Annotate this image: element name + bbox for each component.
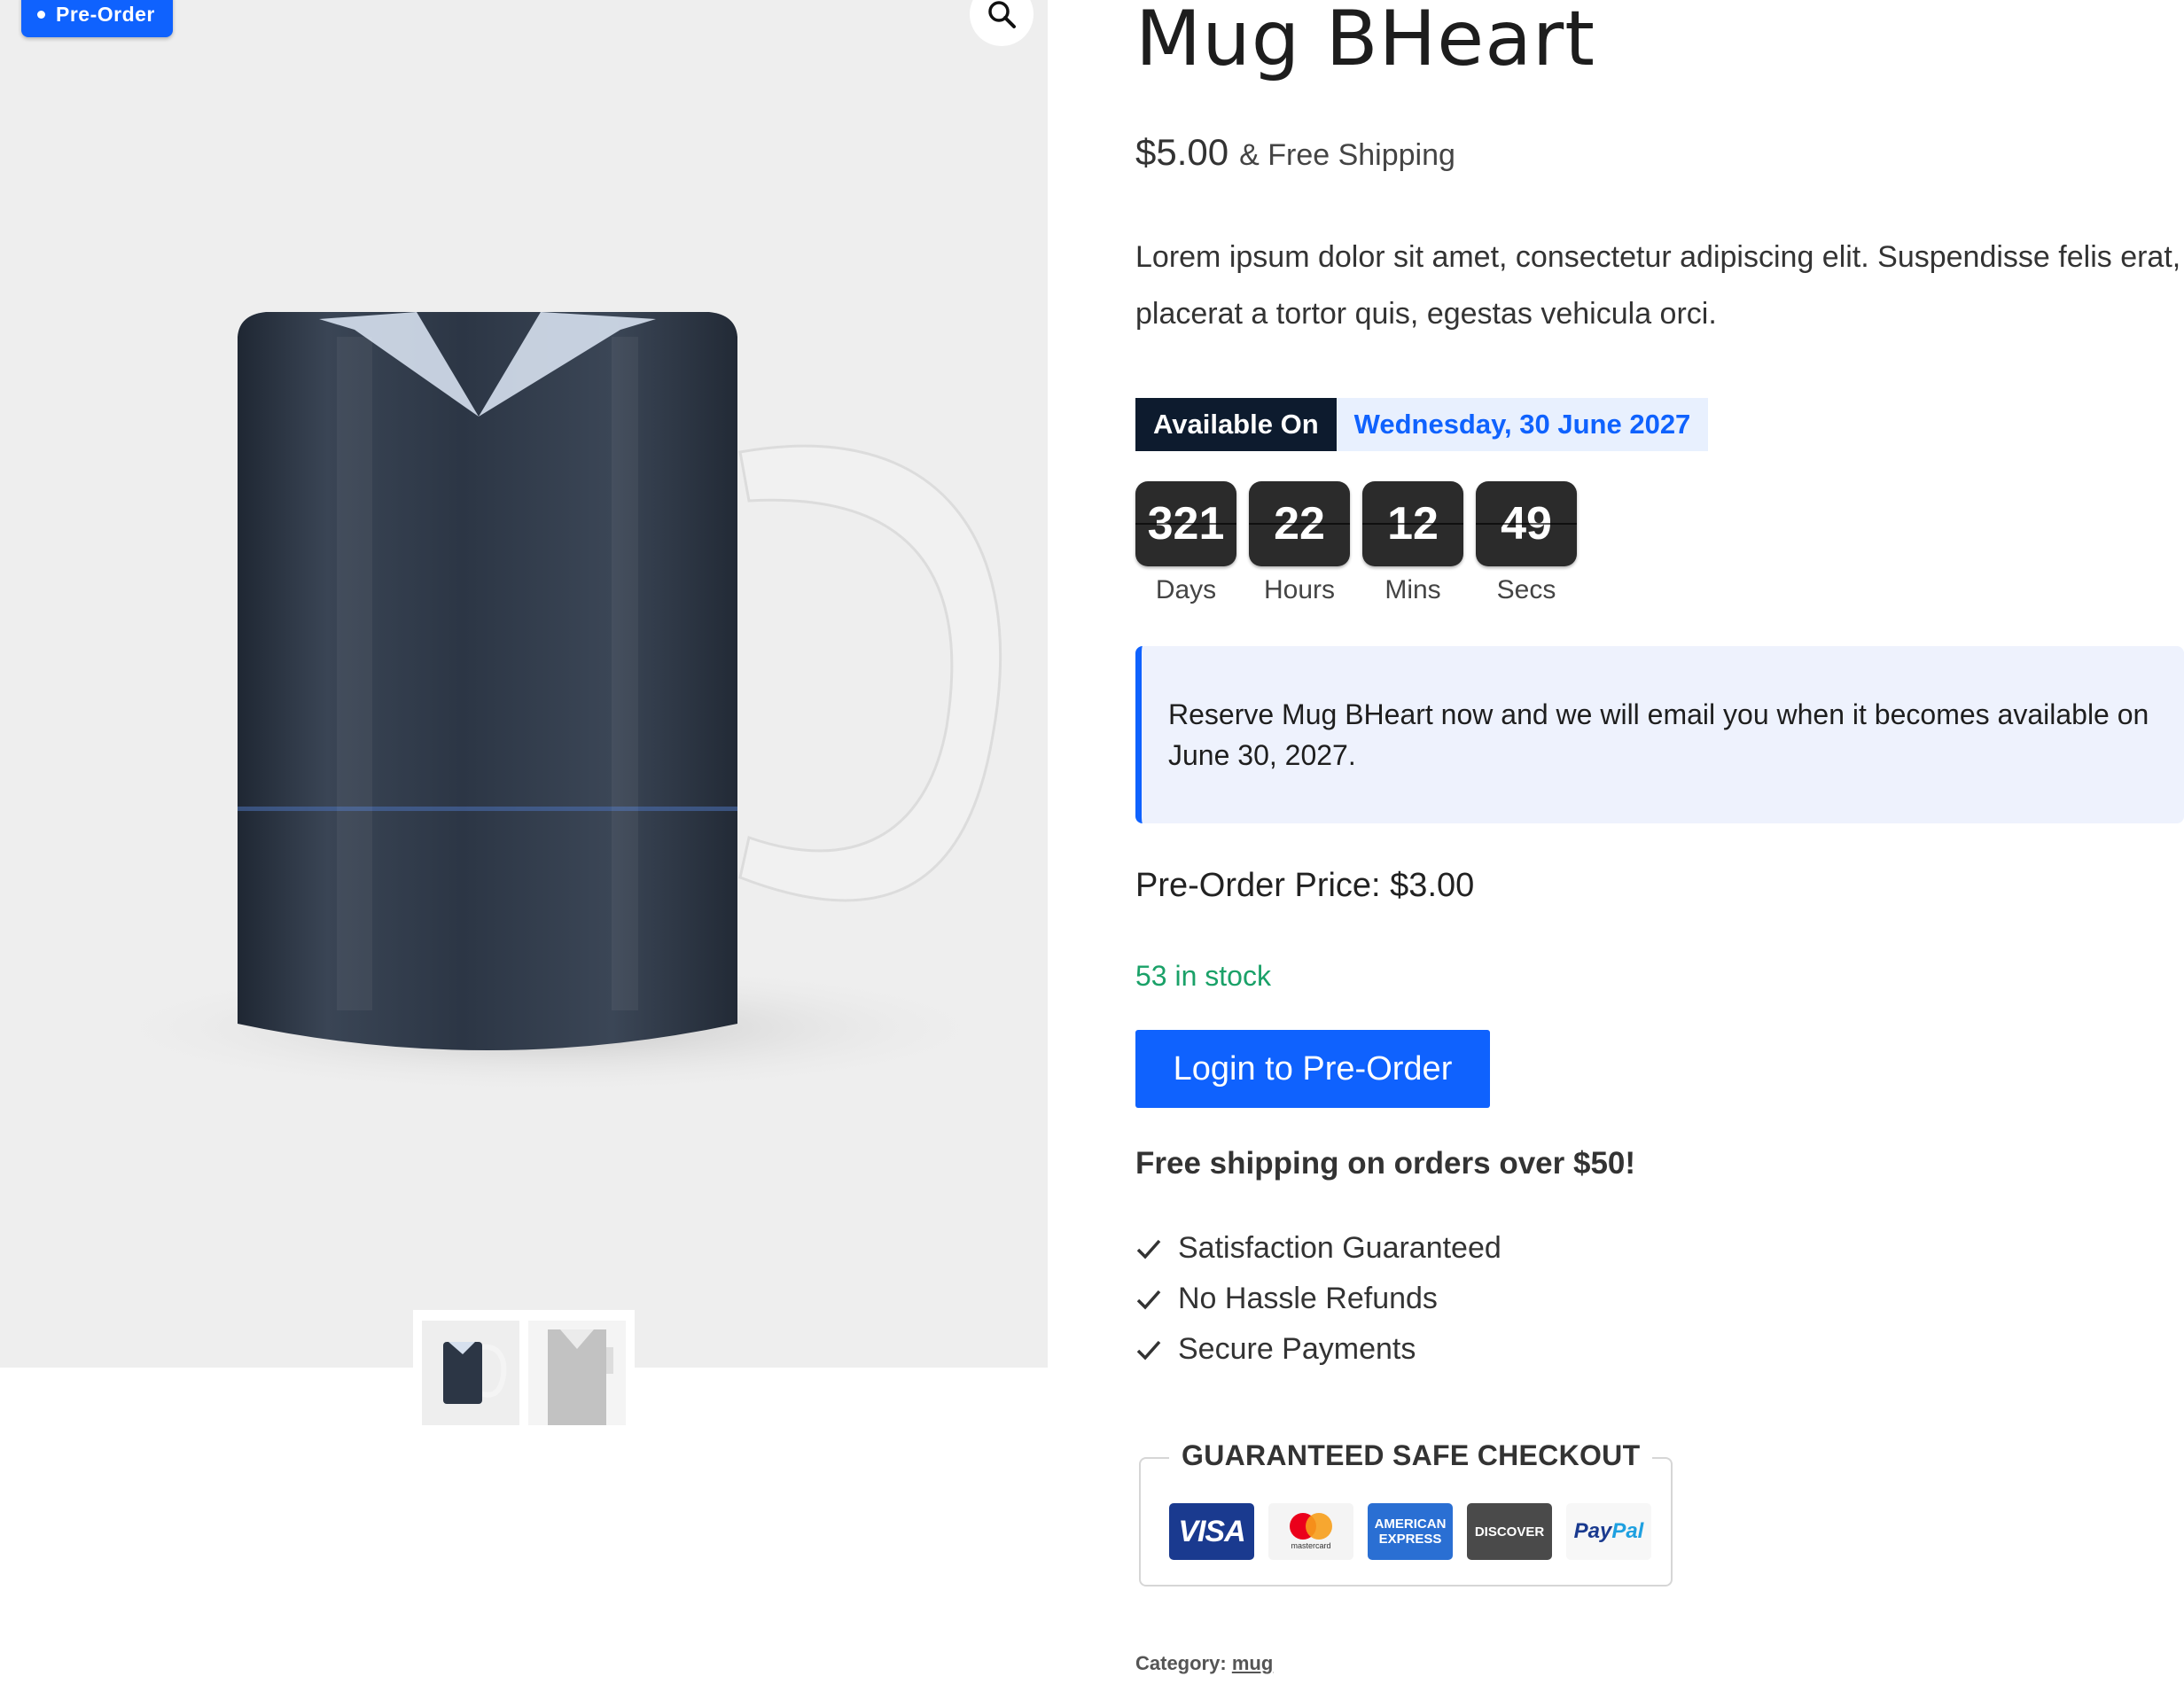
amex-line2: EXPRESS [1378,1532,1442,1547]
badge-dot-icon [37,10,45,19]
countdown-value: 12 [1362,481,1463,566]
amex-line1: AMERICAN [1374,1516,1447,1532]
countdown-value: 22 [1249,481,1350,566]
shipping-note: & Free Shipping [1239,138,1455,172]
paypal-icon: Pay Pal [1566,1503,1651,1560]
safe-checkout-title: GUARANTEED SAFE CHECKOUT [1169,1439,1653,1472]
countdown-value: 321 [1135,481,1236,566]
stock-status: 53 in stock [1135,960,1271,992]
price-row: $5.00 & Free Shipping [1135,131,1455,174]
countdown-label: Hours [1263,575,1336,604]
visa-text: VISA [1178,1514,1245,1548]
category-link[interactable]: mug [1232,1652,1273,1674]
countdown-label: Days [1155,575,1217,604]
feature-label: Satisfaction Guaranteed [1178,1231,1502,1265]
mastercard-icon: mastercard [1268,1503,1353,1560]
countdown-label: Secs [1496,575,1556,604]
preorder-notice: Reserve Mug BHeart now and we will email… [1135,646,2184,823]
availability-banner: Available On Wednesday, 30 June 2027 [1135,398,1709,451]
main-product-image[interactable] [0,0,1048,1368]
checkmark-icon [1136,1340,1161,1360]
mastercard-text: mastercard [1291,1541,1331,1550]
feature-label: Secure Payments [1178,1332,1416,1366]
safe-checkout-box: GUARANTEED SAFE CHECKOUT VISA mastercard… [1139,1439,1673,1587]
payment-cards: VISA mastercard AMERICAN EXPRESS DISCOVE… [1169,1503,1651,1560]
product-summary: Mug BHeart $5.00 & Free Shipping Lorem i… [1135,0,2184,1684]
category-label: Category: [1135,1652,1227,1674]
product-gallery: Pre-Order [0,0,1048,1368]
feature-item: Satisfaction Guaranteed [1135,1223,1502,1274]
thumbnail-2[interactable] [528,1321,626,1425]
product-price: $5.00 [1135,131,1229,173]
discover-text: DISCOVER [1474,1524,1545,1540]
product-category: Category: mug [1135,1652,1273,1675]
product-title: Mug BHeart [1135,0,1595,83]
pre-order-badge: Pre-Order [21,0,173,37]
magnifier-icon [988,1,1016,28]
countdown-value: 49 [1476,481,1577,566]
badge-label: Pre-Order [56,2,155,26]
checkmark-icon [1136,1239,1161,1259]
countdown-days: 321 Days [1135,481,1236,605]
countdown-mins: 12 Mins [1362,481,1463,605]
amex-icon: AMERICAN EXPRESS [1368,1503,1453,1560]
countdown-timer: 321 Days 22 Hours 12 Mins 49 Secs [1135,481,1577,605]
discover-icon: DISCOVER [1467,1503,1552,1560]
gallery-thumbnails [413,1310,635,1425]
availability-date: Wednesday, 30 June 2027 [1336,398,1709,451]
countdown-secs: 49 Secs [1476,481,1577,605]
countdown-hours: 22 Hours [1249,481,1350,605]
product-description: Lorem ipsum dolor sit amet, consectetur … [1135,240,2181,331]
checkmark-icon [1136,1290,1161,1310]
countdown-label: Mins [1384,575,1441,604]
paypal-text-2: Pal [1611,1519,1644,1543]
notice-text: Reserve Mug BHeart now and we will email… [1168,698,2149,771]
visa-icon: VISA [1169,1503,1254,1560]
login-to-preorder-button[interactable]: Login to Pre-Order [1135,1030,1490,1108]
paypal-text-1: Pay [1573,1519,1612,1543]
feature-label: No Hassle Refunds [1178,1282,1438,1315]
feature-list: Satisfaction Guaranteed No Hassle Refund… [1135,1223,1502,1375]
free-shipping-text: Free shipping on orders over $50! [1135,1146,1636,1181]
feature-item: Secure Payments [1135,1324,1502,1375]
availability-label: Available On [1135,398,1337,451]
feature-item: No Hassle Refunds [1135,1274,1502,1324]
preorder-price: Pre-Order Price: $3.00 [1135,867,1475,904]
thumbnail-1[interactable] [422,1321,519,1425]
